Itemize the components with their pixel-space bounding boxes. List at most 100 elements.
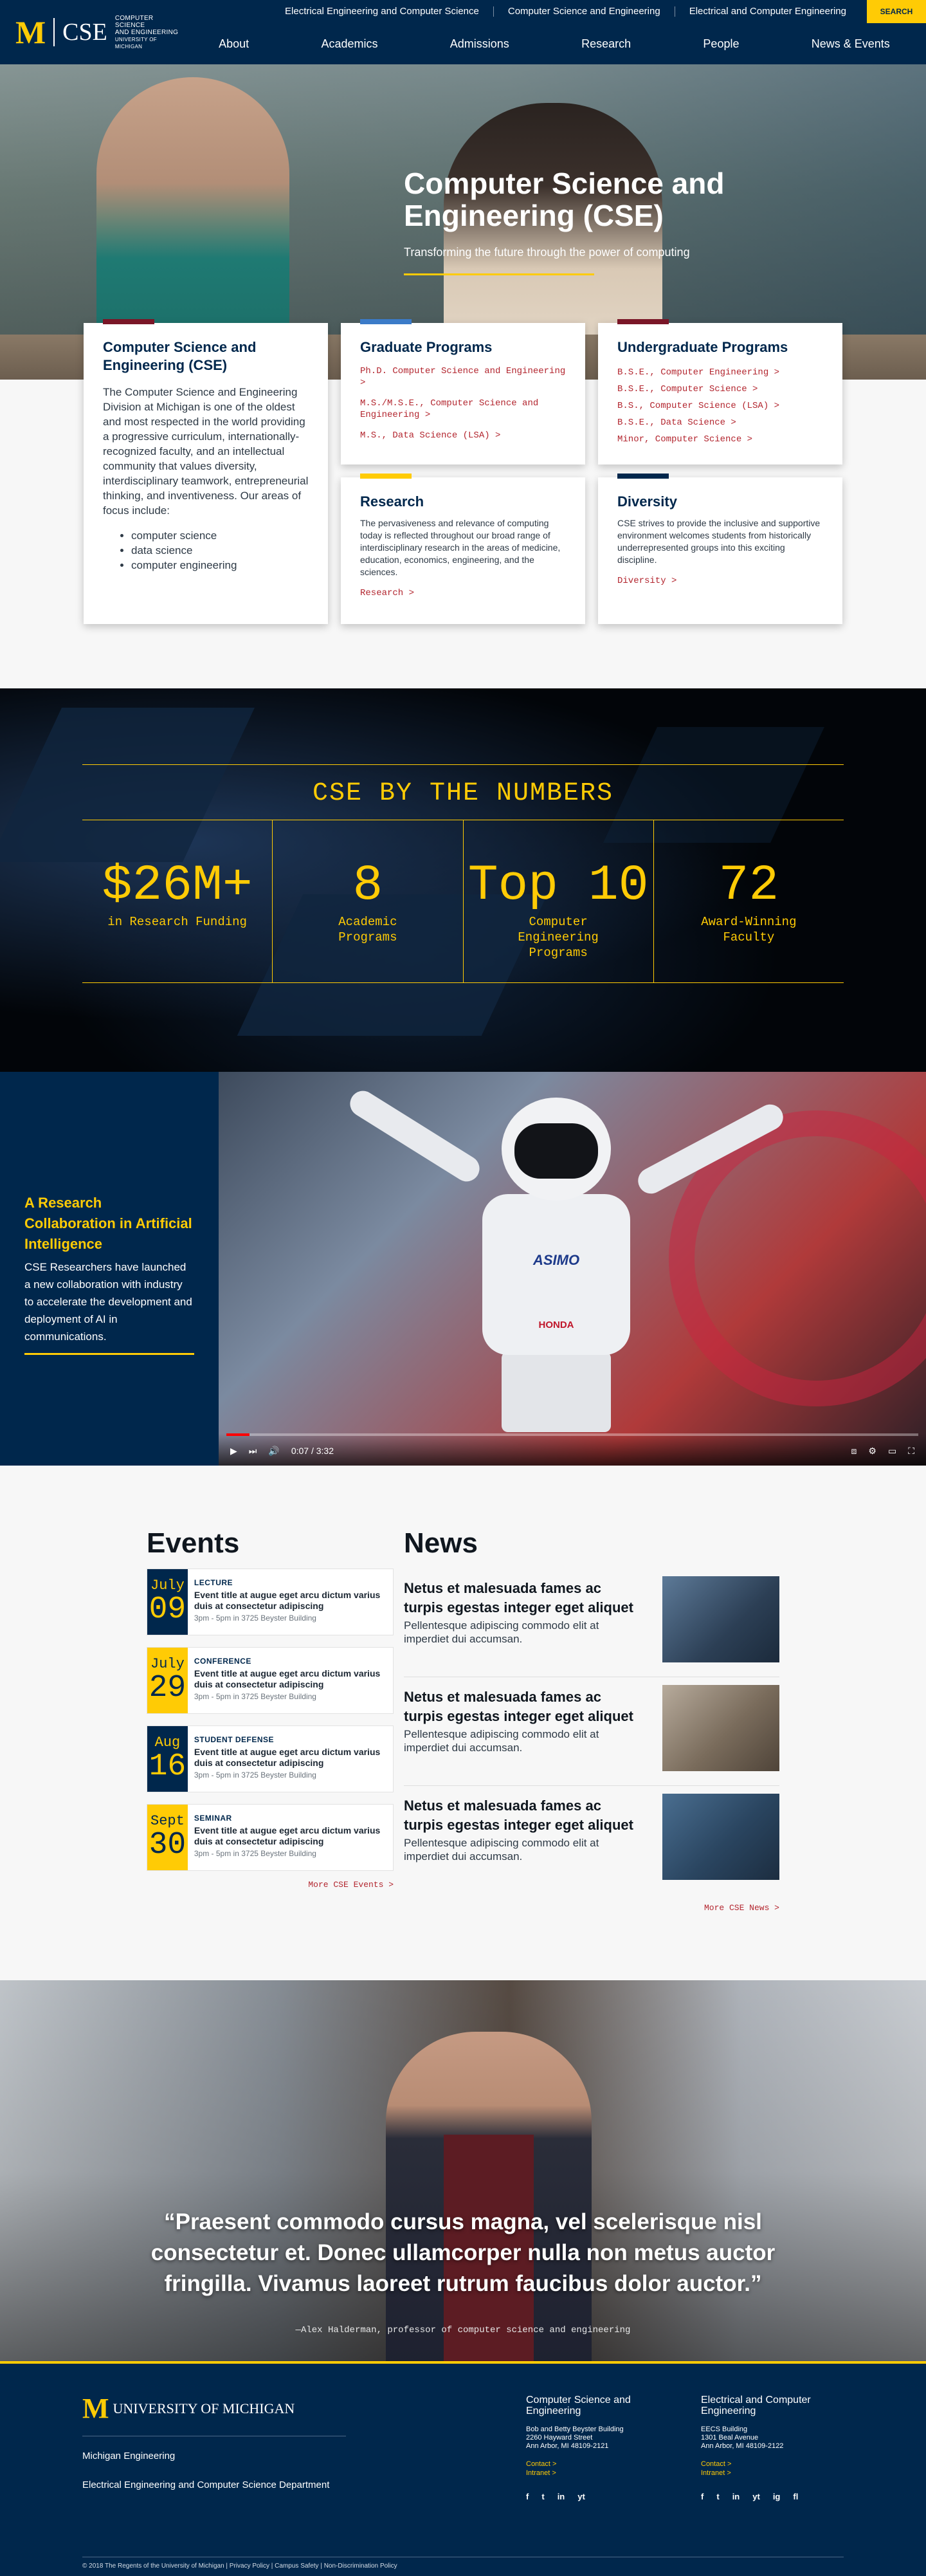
volume-icon[interactable]: 🔊 <box>268 1446 279 1457</box>
event-location: 3pm - 5pm in 3725 Beyster Building <box>194 1692 316 1701</box>
news-summary: Pellentesque adipiscing commodo elit at … <box>404 1837 599 1863</box>
event-type: CONFERENCE <box>194 1657 251 1666</box>
stat-label: in Research Funding <box>107 915 247 929</box>
news-text: Netus et malesuada fames ac turpis egest… <box>404 1576 635 1662</box>
card-graduate-title: Graduate Programs <box>360 339 493 355</box>
footer-contact-link[interactable]: Contact > <box>526 2460 674 2469</box>
facebook-icon[interactable]: f <box>701 2492 704 2501</box>
utility-link-cse[interactable]: Computer Science and Engineering <box>494 6 675 17</box>
event-info: LECTURE Event title at augue eget arcu d… <box>188 1569 393 1635</box>
site-logo[interactable]: M CSE COMPUTER SCIENCE AND ENGINEERING U… <box>0 0 183 64</box>
footer-logo[interactable]: M UNIVERSITY OF MICHIGAN <box>82 2395 346 2436</box>
event-item[interactable]: July 09 LECTURE Event title at augue ege… <box>147 1569 394 1635</box>
nav-admissions[interactable]: Admissions <box>450 37 509 51</box>
search-button[interactable]: SEARCH <box>867 0 926 23</box>
feature-underline <box>24 1353 194 1355</box>
link-ms-cse[interactable]: M.S./M.S.E., Computer Science and Engine… <box>360 398 566 421</box>
twitter-icon[interactable]: t <box>541 2492 544 2501</box>
facebook-icon[interactable]: f <box>526 2492 529 2501</box>
event-item[interactable]: Aug 16 STUDENT DEFENSE Event title at au… <box>147 1725 394 1792</box>
footer-intranet-link[interactable]: Intranet > <box>701 2469 849 2478</box>
footer-col-name: Electrical and Computer Engineering <box>701 2395 811 2416</box>
news-headline: Netus et malesuada fames ac turpis egest… <box>404 1798 633 1833</box>
video-player[interactable]: ASIMO HONDA ▶ ⏭ 🔊 0:07 / 3:32 ⧈ ⚙ ▭ ⛶ <box>219 1072 926 1466</box>
stat-research-funding: $26M+ in Research Funding <box>82 820 273 982</box>
event-item[interactable]: July 29 CONFERENCE Event title at augue … <box>147 1647 394 1714</box>
address-line: Ann Arbor, MI 48109-2122 <box>701 2442 784 2450</box>
event-title: Event title at augue eget arcu dictum va… <box>194 1668 381 1689</box>
card-accent-bar <box>103 319 154 324</box>
twitter-icon[interactable]: t <box>716 2492 719 2501</box>
stat-label: Academic Programs <box>338 915 397 944</box>
footer-intranet-link[interactable]: Intranet > <box>526 2469 674 2478</box>
video-controls: ▶ ⏭ 🔊 0:07 / 3:32 ⧈ ⚙ ▭ ⛶ <box>230 1442 914 1459</box>
more-events-link[interactable]: More CSE Events > <box>147 1880 394 1890</box>
nav-research[interactable]: Research <box>581 37 631 51</box>
stat-label: Computer Engineering Programs <box>518 915 599 960</box>
link-ms-data-science[interactable]: M.S., Data Science (LSA) > <box>360 430 566 441</box>
link-research[interactable]: Research > <box>360 587 566 599</box>
link-bse-cs[interactable]: B.S.E., Computer Science > <box>617 383 823 395</box>
footer-link-eecs[interactable]: Electrical Engineering and Computer Scie… <box>82 2479 346 2490</box>
stat-faculty: 72 Award-Winning Faculty <box>654 820 844 982</box>
footer-contact-link[interactable]: Contact > <box>701 2460 849 2469</box>
event-day: 16 <box>149 1749 186 1784</box>
nav-people[interactable]: People <box>703 37 739 51</box>
utility-link-ece[interactable]: Electrical and Computer Engineering <box>675 6 860 17</box>
stat-academic-programs: 8 Academic Programs <box>273 820 464 982</box>
stat-value: 72 <box>718 858 779 914</box>
stat-label: Award-Winning Faculty <box>701 915 797 944</box>
linkedin-icon[interactable]: in <box>732 2492 740 2501</box>
event-info: STUDENT DEFENSE Event title at augue ege… <box>188 1726 393 1792</box>
nav-academics[interactable]: Academics <box>321 37 377 51</box>
event-type: LECTURE <box>194 1578 233 1587</box>
card-diversity-body: CSE strives to provide the inclusive and… <box>617 518 821 565</box>
miniplayer-icon[interactable]: ▭ <box>888 1446 896 1457</box>
link-phd-cse[interactable]: Ph.D. Computer Science and Engineering > <box>360 365 566 389</box>
numbers-title: CSE BY THE NUMBERS <box>312 779 614 808</box>
hero-subtitle: Transforming the future through the powe… <box>404 246 690 259</box>
news-item[interactable]: Netus et malesuada fames ac turpis egest… <box>404 1569 779 1677</box>
footer-col-name: Computer Science and Engineering <box>526 2395 631 2416</box>
link-bs-cs-lsa[interactable]: B.S., Computer Science (LSA) > <box>617 400 823 412</box>
settings-gear-icon[interactable]: ⚙ <box>868 1446 876 1457</box>
youtube-icon[interactable]: yt <box>752 2492 760 2501</box>
news-list: Netus et malesuada fames ac turpis egest… <box>404 1569 779 1894</box>
utility-link-eecs[interactable]: Electrical Engineering and Computer Scie… <box>271 6 494 17</box>
event-location: 3pm - 5pm in 3725 Beyster Building <box>194 1771 316 1780</box>
youtube-icon[interactable]: yt <box>577 2492 585 2501</box>
skip-next-icon[interactable]: ⏭ <box>249 1446 257 1457</box>
nav-news-events[interactable]: News & Events <box>812 37 890 51</box>
site-footer: M UNIVERSITY OF MICHIGAN Michigan Engine… <box>0 2364 926 2576</box>
link-minor-cs[interactable]: Minor, Computer Science > <box>617 434 823 445</box>
link-bse-ce[interactable]: B.S.E., Computer Engineering > <box>617 367 823 378</box>
card-accent-bar <box>360 474 412 479</box>
link-diversity[interactable]: Diversity > <box>617 575 823 587</box>
flickr-icon[interactable]: fl <box>793 2492 798 2501</box>
event-title: Event title at augue eget arcu dictum va… <box>194 1590 381 1611</box>
stat-value: $26M+ <box>102 858 253 914</box>
video-progress-bar[interactable] <box>226 1433 918 1436</box>
card-research-title: Research <box>360 493 424 510</box>
main-nav: About Academics Admissions Research Peop… <box>183 37 926 51</box>
link-bse-ds[interactable]: B.S.E., Data Science > <box>617 417 823 428</box>
instagram-icon[interactable]: ig <box>773 2492 781 2501</box>
news-item[interactable]: Netus et malesuada fames ac turpis egest… <box>404 1786 779 1894</box>
more-news-link[interactable]: More CSE News > <box>404 1903 779 1913</box>
linkedin-icon[interactable]: in <box>558 2492 565 2501</box>
play-icon[interactable]: ▶ <box>230 1446 237 1457</box>
captions-icon[interactable]: ⧈ <box>851 1446 857 1457</box>
news-thumbnail <box>662 1685 779 1771</box>
address-line: EECS Building <box>701 2425 748 2433</box>
news-item[interactable]: Netus et malesuada fames ac turpis egest… <box>404 1677 779 1786</box>
event-location: 3pm - 5pm in 3725 Beyster Building <box>194 1614 316 1623</box>
nav-about[interactable]: About <box>219 37 249 51</box>
logo-divider <box>53 18 55 46</box>
stat-value: Top 10 <box>468 858 649 914</box>
feature-body: CSE Researchers have launched a new coll… <box>24 1261 192 1343</box>
event-month: Aug <box>154 1734 181 1751</box>
fullscreen-icon[interactable]: ⛶ <box>908 1446 914 1457</box>
event-item[interactable]: Sept 30 SEMINAR Event title at augue ege… <box>147 1804 394 1871</box>
footer-link-michigan-engineering[interactable]: Michigan Engineering <box>82 2451 346 2461</box>
events-title: Events <box>147 1527 240 1559</box>
